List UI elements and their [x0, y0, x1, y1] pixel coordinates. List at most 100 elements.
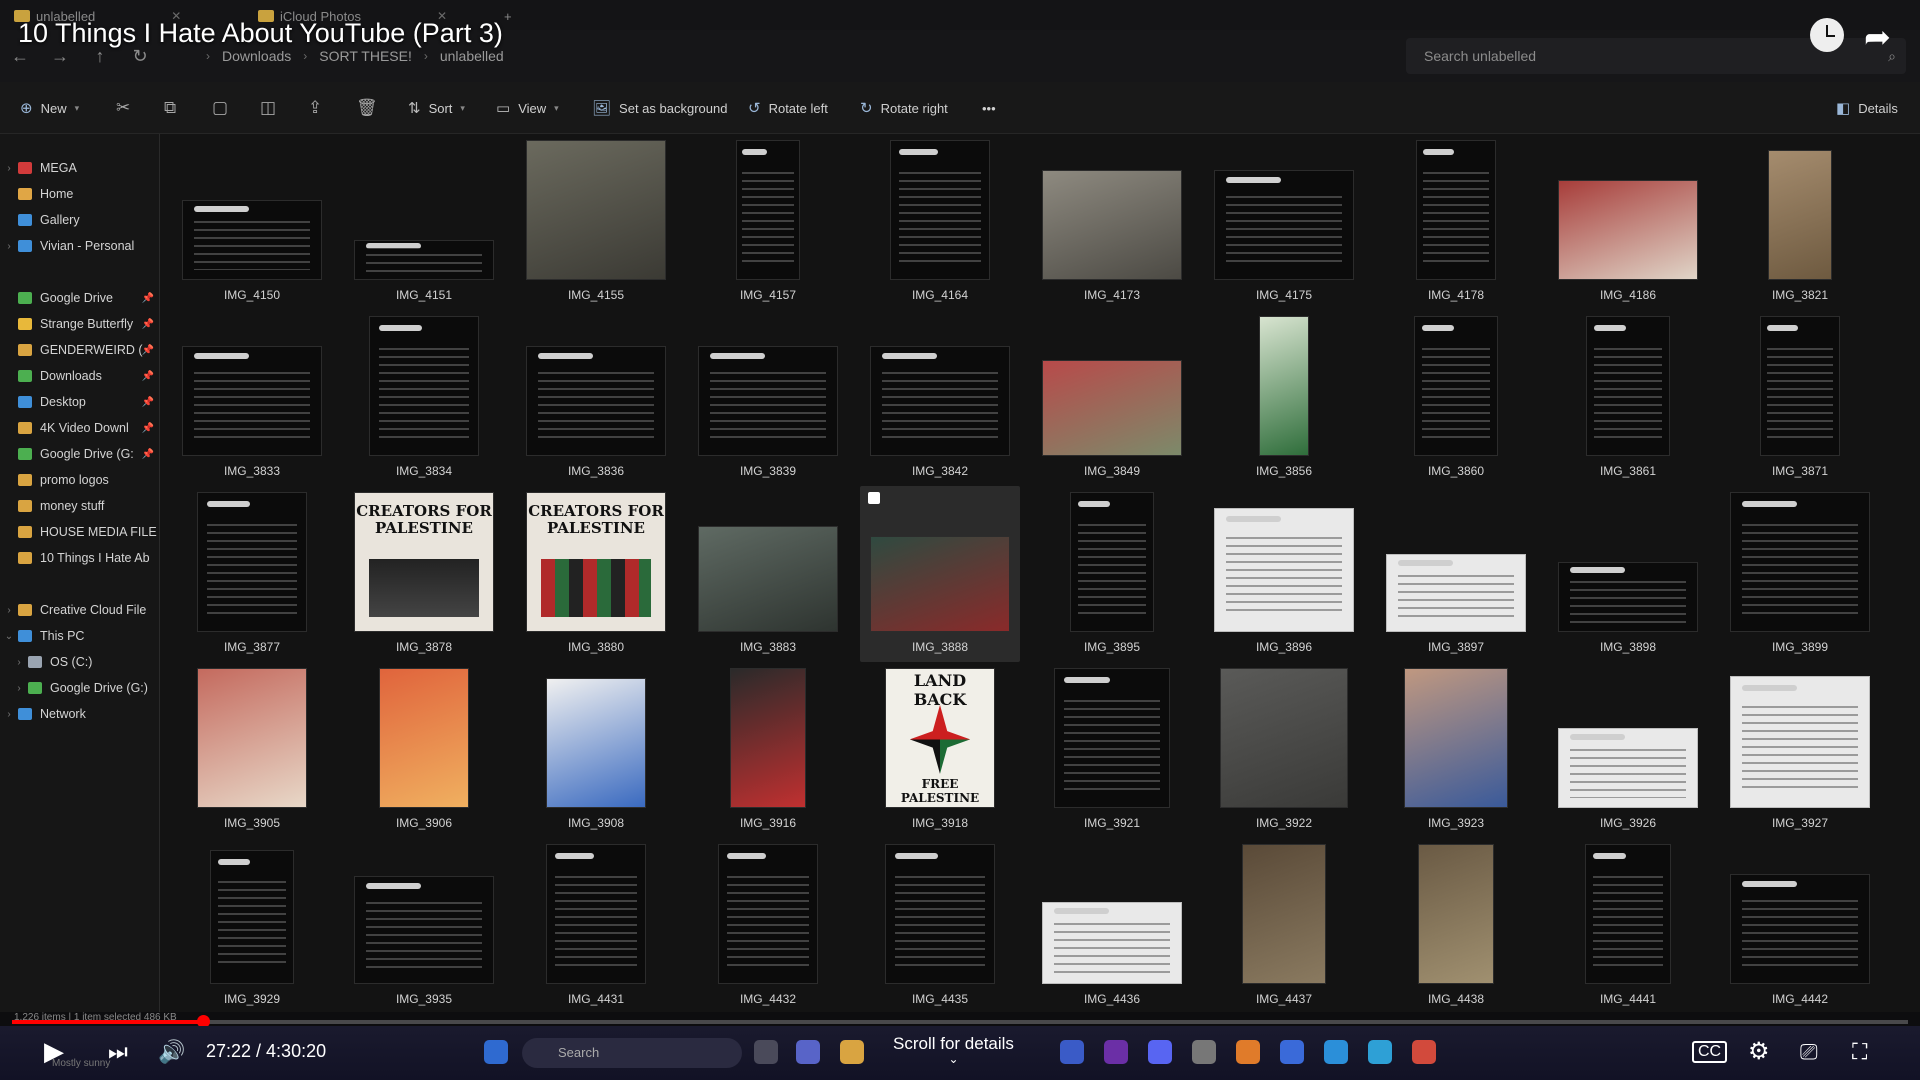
file-item[interactable]: IMG_3839	[688, 310, 848, 486]
file-item[interactable]: IMG_4175	[1204, 134, 1364, 310]
sidebar-item[interactable]: Strange Butterfly 📌	[0, 312, 160, 336]
thumbnail-image[interactable]	[1404, 668, 1508, 808]
file-item[interactable]: IMG_3849	[1032, 310, 1192, 486]
chevron-right-icon[interactable]: ›	[10, 683, 28, 694]
file-item[interactable]: IMG_3935	[344, 838, 504, 1012]
thumbnail-image[interactable]	[1042, 170, 1182, 280]
file-item[interactable]: IMG_3898	[1548, 486, 1708, 662]
teams-icon[interactable]	[796, 1040, 820, 1064]
thumbnail-image[interactable]	[1242, 844, 1326, 984]
thumbnail-image[interactable]	[718, 844, 818, 984]
thumbnail-image[interactable]	[870, 536, 1010, 632]
file-item[interactable]: IMG_4432	[688, 838, 848, 1012]
file-item[interactable]: IMG_3906	[344, 662, 504, 838]
file-item[interactable]: IMG_3908	[516, 662, 676, 838]
file-item[interactable]: IMG_4442	[1720, 838, 1880, 1012]
chevron-right-icon[interactable]: ›	[0, 605, 18, 616]
thumbnail-image[interactable]	[885, 844, 995, 984]
file-item[interactable]: IMG_3896	[1204, 486, 1364, 662]
video-title[interactable]: 10 Things I Hate About YouTube (Part 3)	[18, 18, 503, 49]
breadcrumb-downloads[interactable]: Downloads	[222, 48, 291, 64]
file-item[interactable]: IMG_3897	[1376, 486, 1536, 662]
cut-button[interactable]: ✂	[116, 82, 130, 134]
thumbnail-image[interactable]	[1730, 492, 1870, 632]
thumbnail-image[interactable]	[1585, 844, 1671, 984]
thumbnail-image[interactable]	[1558, 180, 1698, 280]
chrome-icon[interactable]	[1412, 1040, 1436, 1064]
set-as-background-button[interactable]: 🖼 Set as background	[592, 82, 727, 134]
thumbnail-image[interactable]	[210, 850, 294, 984]
file-item[interactable]: IMG_3895	[1032, 486, 1192, 662]
file-item[interactable]: IMG_3923	[1376, 662, 1536, 838]
sidebar-item[interactable]: Desktop 📌	[0, 390, 160, 414]
discord-icon[interactable]	[1148, 1040, 1172, 1064]
settings-gear-icon[interactable]: ⚙	[1748, 1037, 1770, 1066]
file-item[interactable]: IMG_4151	[344, 134, 504, 310]
sidebar-item[interactable]: › Google Drive (G:)	[0, 676, 160, 700]
app-icon[interactable]	[1060, 1040, 1084, 1064]
thumbnail-image[interactable]	[1416, 140, 1496, 280]
file-item[interactable]: IMG_3905	[172, 662, 332, 838]
thumbnail-image[interactable]: CREATORS FOR PALESTINE	[354, 492, 494, 632]
thumbnail-image[interactable]	[1070, 492, 1154, 632]
video-progress-bar[interactable]	[12, 1015, 1908, 1028]
file-item[interactable]: IMG_4438	[1376, 838, 1536, 1012]
thumbnail-image[interactable]	[1386, 554, 1526, 632]
thumbnail-image[interactable]	[1586, 316, 1670, 456]
view-button[interactable]: ▭ View ▾	[496, 82, 559, 134]
thumbnail-image[interactable]	[369, 316, 479, 456]
thumbnail-image[interactable]	[730, 668, 806, 808]
file-item[interactable]: IMG_4441	[1548, 838, 1708, 1012]
file-item[interactable]: IMG_3929	[172, 838, 332, 1012]
sidebar-item[interactable]: promo logos	[0, 468, 160, 492]
file-item[interactable]: IMG_3834	[344, 310, 504, 486]
taskbar-search[interactable]: Search	[522, 1038, 742, 1068]
thumbnail-image[interactable]	[354, 876, 494, 984]
thumbnail-image[interactable]	[197, 668, 307, 808]
thumbnail-image[interactable]	[698, 526, 838, 632]
thumbnail-image[interactable]	[1418, 844, 1494, 984]
app-icon[interactable]	[1324, 1040, 1348, 1064]
thumbnail-image[interactable]	[1558, 562, 1698, 632]
file-item[interactable]: IMG_3899	[1720, 486, 1880, 662]
rename-button[interactable]: ◫	[260, 82, 276, 134]
sidebar-item[interactable]: Downloads 📌	[0, 364, 160, 388]
chevron-right-icon[interactable]: ›	[0, 163, 18, 174]
thumbnail-image[interactable]	[698, 346, 838, 456]
new-button[interactable]: ⊕ New ▾	[20, 82, 79, 134]
chevron-right-icon[interactable]: ›	[0, 241, 18, 252]
premiere-icon[interactable]	[1104, 1040, 1128, 1064]
selection-checkbox[interactable]	[868, 492, 880, 504]
rotate-right-button[interactable]: ↻ Rotate right	[860, 82, 948, 134]
file-item[interactable]: IMG_4437	[1204, 838, 1364, 1012]
thumbnail-image[interactable]	[182, 346, 322, 456]
watch-later-icon[interactable]	[1810, 18, 1844, 52]
sidebar-item[interactable]: Google Drive 📌	[0, 286, 160, 310]
file-explorer-icon[interactable]	[840, 1040, 864, 1064]
file-item[interactable]: IMG_3856	[1204, 310, 1364, 486]
file-item[interactable]: IMG_3927	[1720, 662, 1880, 838]
sidebar-item[interactable]: Gallery	[0, 208, 160, 232]
file-item[interactable]: IMG_4436	[1032, 838, 1192, 1012]
sidebar-item[interactable]: › OS (C:)	[0, 650, 160, 674]
sidebar-item[interactable]: 10 Things I Hate Ab	[0, 546, 160, 570]
thumbnail-image[interactable]	[546, 678, 646, 808]
file-item[interactable]: IMG_3836	[516, 310, 676, 486]
thumbnail-image[interactable]	[526, 140, 666, 280]
file-item[interactable]: IMG_3883	[688, 486, 848, 662]
scroll-for-details[interactable]: Scroll for details ⌄	[893, 1034, 1014, 1066]
file-item[interactable]: IMG_3926	[1548, 662, 1708, 838]
docs-icon[interactable]	[1280, 1040, 1304, 1064]
file-item[interactable]: IMG_3888	[860, 486, 1020, 662]
thumbnail-image[interactable]: CREATORS FOR PALESTINE	[526, 492, 666, 632]
thumbnail-image[interactable]	[870, 346, 1010, 456]
file-item[interactable]: IMG_4173	[1032, 134, 1192, 310]
file-item[interactable]: IMG_4155	[516, 134, 676, 310]
sidebar-item[interactable]: › MEGA	[0, 156, 160, 180]
volume-icon[interactable]: 🔊	[158, 1039, 185, 1065]
file-item[interactable]: IMG_3821	[1720, 134, 1880, 310]
thumbnail-image[interactable]	[526, 346, 666, 456]
thumbnail-image[interactable]	[1768, 150, 1832, 280]
sidebar-item[interactable]: HOUSE MEDIA FILE	[0, 520, 160, 544]
file-item[interactable]: CREATORS FOR PALESTINE IMG_3880	[516, 486, 676, 662]
